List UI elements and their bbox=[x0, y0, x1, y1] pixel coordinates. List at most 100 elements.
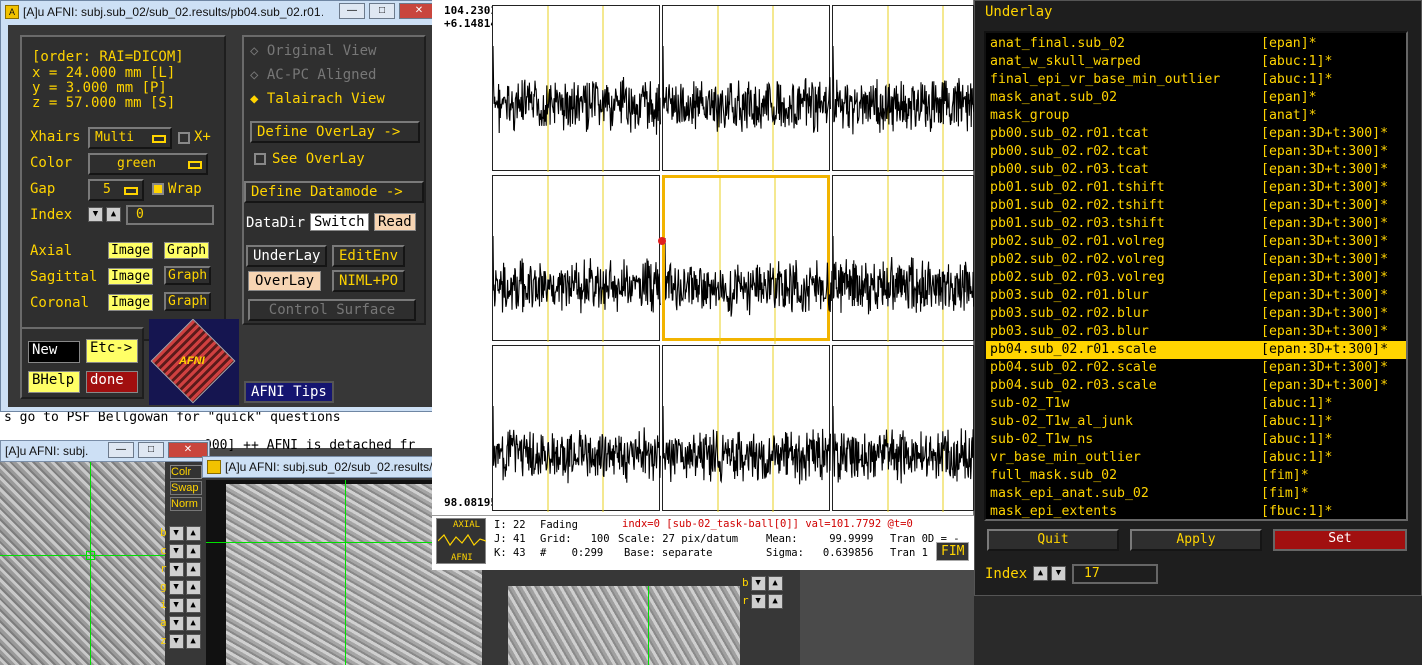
axial-button[interactable]: AXIAL AFNI bbox=[436, 518, 486, 564]
afni-tips-button[interactable]: AFNI Tips bbox=[244, 381, 334, 403]
colr-button[interactable]: Colr bbox=[170, 465, 202, 479]
talairach-view-option[interactable]: ◆ Talairach View bbox=[250, 91, 385, 107]
down-arrow-icon[interactable]: ▼ bbox=[168, 562, 184, 577]
dataset-item[interactable]: anat_w_skull_warped [abuc:1]* bbox=[986, 53, 1406, 71]
dataset-item[interactable]: full_mask.sub_02 [fim]* bbox=[986, 467, 1406, 485]
dataset-list[interactable]: anat_final.sub_02 [epan]* anat_w_skull_war… bbox=[984, 31, 1408, 521]
bhelp-button[interactable]: BHelp bbox=[28, 371, 80, 393]
swap-button[interactable]: Swap bbox=[170, 481, 202, 495]
coronal-graph-button[interactable]: Graph bbox=[164, 292, 212, 311]
xplus-checkbox[interactable] bbox=[178, 132, 190, 144]
axial-image-button[interactable]: Image bbox=[108, 242, 154, 259]
down-arrow-icon[interactable]: ▼ bbox=[168, 526, 184, 541]
dataset-item[interactable]: sub-02_T1w_ns [abuc:1]* bbox=[986, 431, 1406, 449]
dataset-item[interactable]: vr_base_min_outlier [abuc:1]* bbox=[986, 449, 1406, 467]
dataset-item[interactable]: pb00.sub_02.r01.tcat [epan:3D+t:300]* bbox=[986, 125, 1406, 143]
acpc-view-option[interactable]: ◇ AC-PC Aligned bbox=[250, 67, 376, 83]
up-arrow-icon[interactable]: ▲ bbox=[185, 634, 201, 649]
up-arrow-icon[interactable]: ▲ bbox=[185, 616, 201, 631]
coronal-image-button[interactable]: Image bbox=[108, 294, 154, 311]
minimize-button[interactable]: — bbox=[108, 442, 134, 458]
minimize-button[interactable]: — bbox=[339, 3, 365, 19]
index-up-icon[interactable]: ▲ bbox=[106, 207, 121, 222]
down-arrow-icon[interactable]: ▼ bbox=[168, 598, 184, 613]
read-button[interactable]: Read bbox=[374, 213, 416, 231]
down-arrow-icon[interactable]: ▼ bbox=[168, 634, 184, 649]
quit-button[interactable]: Quit bbox=[987, 529, 1119, 551]
maximize-button[interactable]: □ bbox=[369, 3, 395, 19]
dataset-item[interactable]: pb03.sub_02.r01.blur [epan:3D+t:300]* bbox=[986, 287, 1406, 305]
titlebar[interactable]: [A]u AFNI: subj.sub_02/sub_02.results/ bbox=[202, 456, 434, 478]
dataset-item[interactable]: pb03.sub_02.r02.blur [epan:3D+t:300]* bbox=[986, 305, 1406, 323]
color-dropdown[interactable]: green bbox=[88, 153, 208, 175]
voxel-graph[interactable] bbox=[492, 175, 661, 342]
up-arrow-icon[interactable]: ▲ bbox=[185, 562, 201, 577]
apply-button[interactable]: Apply bbox=[1130, 529, 1262, 551]
voxel-graph[interactable] bbox=[662, 175, 833, 344]
define-datamode-button[interactable]: Define Datamode -> bbox=[244, 181, 424, 203]
up-arrow-icon[interactable]: ▲ bbox=[185, 526, 201, 541]
down-arrow-icon[interactable]: ▼ bbox=[750, 594, 766, 609]
done-button[interactable]: done bbox=[86, 371, 138, 393]
underlay-button[interactable]: UnderLay bbox=[246, 245, 328, 267]
dataset-item[interactable]: pb01.sub_02.r03.tshift [epan:3D+t:300]* bbox=[986, 215, 1406, 233]
dataset-item[interactable]: pb03.sub_02.r03.blur [epan:3D+t:300]* bbox=[986, 323, 1406, 341]
graph-matrix[interactable] bbox=[432, 0, 975, 515]
switch-button[interactable]: Switch bbox=[310, 213, 369, 231]
dataset-item[interactable]: pb01.sub_02.r02.tshift [epan:3D+t:300]* bbox=[986, 197, 1406, 215]
dataset-item[interactable]: mask_epi_extents [fbuc:1]* bbox=[986, 503, 1406, 519]
voxel-graph[interactable] bbox=[832, 175, 975, 342]
voxel-graph[interactable] bbox=[662, 5, 831, 172]
down-arrow-icon[interactable]: ▼ bbox=[168, 544, 184, 559]
up-arrow-icon[interactable]: ▲ bbox=[767, 576, 783, 591]
up-arrow-icon[interactable]: ▲ bbox=[767, 594, 783, 609]
gap-dropdown[interactable]: 5 bbox=[88, 179, 144, 201]
dataset-item[interactable]: pb04.sub_02.r03.scale [epan:3D+t:300]* bbox=[986, 377, 1406, 395]
down-arrow-icon[interactable]: ▼ bbox=[168, 580, 184, 595]
down-arrow-icon[interactable]: ▼ bbox=[168, 616, 184, 631]
dataset-item[interactable]: pb00.sub_02.r02.tcat [epan:3D+t:300]* bbox=[986, 143, 1406, 161]
editenv-button[interactable]: EditEnv bbox=[332, 245, 406, 267]
voxel-graph[interactable] bbox=[492, 345, 661, 512]
dataset-item[interactable]: pb02.sub_02.r03.volreg [epan:3D+t:300]* bbox=[986, 269, 1406, 287]
voxel-graph[interactable] bbox=[832, 345, 975, 512]
dataset-item[interactable]: pb01.sub_02.r01.tshift [epan:3D+t:300]* bbox=[986, 179, 1406, 197]
niml-button[interactable]: NIML+PO bbox=[332, 270, 406, 292]
new-button[interactable]: New bbox=[28, 341, 80, 363]
set-button[interactable]: Set bbox=[1273, 529, 1407, 551]
up-arrow-icon[interactable]: ▲ bbox=[185, 598, 201, 613]
dataset-item[interactable]: mask_epi_anat.sub_02 [fim]* bbox=[986, 485, 1406, 503]
voxel-graph[interactable] bbox=[662, 345, 831, 512]
dataset-item[interactable]: pb04.sub_02.r01.scale [epan:3D+t:300]* bbox=[986, 341, 1406, 359]
index-up-icon[interactable]: ▲ bbox=[1033, 566, 1048, 581]
dataset-item[interactable]: mask_anat.sub_02 [epan]* bbox=[986, 89, 1406, 107]
dataset-item[interactable]: sub-02_T1w [abuc:1]* bbox=[986, 395, 1406, 413]
dataset-item[interactable]: pb02.sub_02.r01.volreg [epan:3D+t:300]* bbox=[986, 233, 1406, 251]
up-arrow-icon[interactable]: ▲ bbox=[185, 544, 201, 559]
axial-graph-button[interactable]: Graph bbox=[164, 242, 210, 259]
voxel-graph[interactable] bbox=[832, 5, 975, 172]
brain-image[interactable] bbox=[0, 462, 165, 665]
index-down-icon[interactable]: ▼ bbox=[88, 207, 103, 222]
original-view-option[interactable]: ◇ Original View bbox=[250, 43, 376, 59]
index-down-icon[interactable]: ▼ bbox=[1051, 566, 1066, 581]
control-surface-button[interactable]: Control Surface bbox=[248, 299, 416, 321]
index-field[interactable]: 0 bbox=[126, 205, 214, 225]
maximize-button[interactable]: □ bbox=[138, 442, 164, 458]
chooser-index-field[interactable]: 17 bbox=[1072, 564, 1158, 584]
overlay-button[interactable]: OverLay bbox=[248, 271, 322, 291]
dataset-item[interactable]: anat_final.sub_02 [epan]* bbox=[986, 35, 1406, 53]
fim-button[interactable]: FIM bbox=[936, 542, 970, 561]
norm-button[interactable]: Norm bbox=[170, 497, 202, 511]
dataset-item[interactable]: pb04.sub_02.r02.scale [epan:3D+t:300]* bbox=[986, 359, 1406, 377]
dataset-item[interactable]: mask_group [anat]* bbox=[986, 107, 1406, 125]
brain-image-right[interactable] bbox=[508, 586, 740, 665]
dataset-item[interactable]: final_epi_vr_base_min_outlier [abuc:1]* bbox=[986, 71, 1406, 89]
dataset-item[interactable]: pb00.sub_02.r03.tcat [epan:3D+t:300]* bbox=[986, 161, 1406, 179]
up-arrow-icon[interactable]: ▲ bbox=[185, 580, 201, 595]
see-overlay-checkbox[interactable] bbox=[254, 153, 266, 165]
xhairs-dropdown[interactable]: Multi bbox=[88, 127, 172, 149]
sagittal-image-button[interactable]: Image bbox=[108, 268, 154, 285]
dataset-item[interactable]: pb02.sub_02.r02.volreg [epan:3D+t:300]* bbox=[986, 251, 1406, 269]
wrap-checkbox[interactable] bbox=[152, 183, 164, 195]
